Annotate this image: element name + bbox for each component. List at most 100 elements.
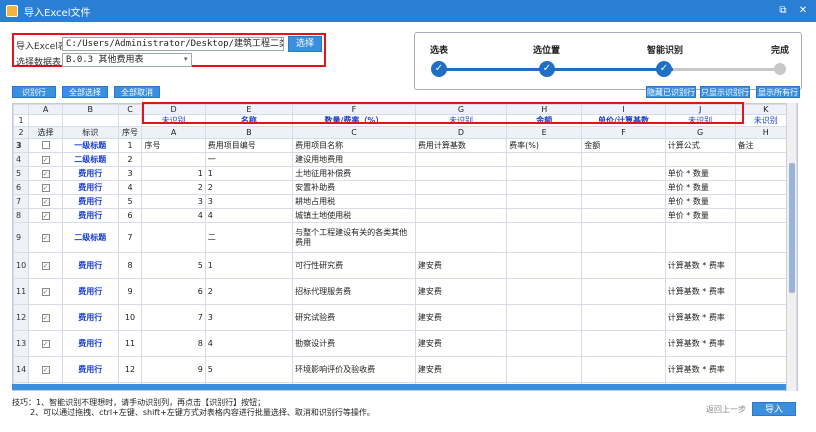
title-bar: 导入Excel文件 ⧉ ✕: [0, 0, 816, 22]
row-select-cell[interactable]: ✓: [28, 152, 63, 167]
row-select-cell[interactable]: ✓: [28, 208, 63, 223]
cell-g: 单价 * 数量: [664, 208, 736, 223]
row-tag[interactable]: 费用行: [61, 194, 119, 209]
column-header-cell: B: [204, 126, 294, 139]
cell-b: 费用项目编号: [204, 138, 294, 153]
select-all-button[interactable]: 全部选择: [62, 86, 108, 98]
column-letter-header[interactable]: C: [117, 104, 143, 115]
column-header-cell: D: [414, 126, 508, 139]
deselect-all-button[interactable]: 全部取消: [114, 86, 160, 98]
cell-b: 2: [204, 180, 294, 195]
table-row[interactable]: 10 ✓ 费用行 8 5 1 可行性研究费 建安费 计算基数 * 费率: [13, 252, 797, 279]
row-checkbox[interactable]: ✓: [41, 366, 50, 374]
table-row[interactable]: 14 ✓ 费用行 12 9 5 环境影响评价及验收费 建安费 计算基数 * 费率: [13, 356, 797, 383]
table-row[interactable]: 8 ✓ 费用行 6 4 4 城镇土地使用税 单价 * 数量: [13, 208, 797, 223]
row-number: 2: [13, 126, 30, 139]
row-select-cell[interactable]: ✓: [28, 278, 63, 305]
excel-grid[interactable]: A B C D E F G H I J K 1 未识别 名称 数量/费率（%） 未识别 金额 单价/计算基数 未识别…: [12, 103, 798, 391]
row-checkbox[interactable]: ✓: [41, 170, 50, 178]
show-all-button[interactable]: 显示所有行: [756, 86, 800, 98]
hide-identified-button[interactable]: 隐藏已识别行: [646, 86, 696, 98]
row-select-cell[interactable]: ✓: [28, 166, 63, 181]
cell-e: [506, 208, 583, 223]
row-tag[interactable]: 费用行: [61, 252, 119, 279]
table-row[interactable]: 3 一级标题 1 序号 费用项目编号 费用项目名称 费用计算基数 费率(%) 金额 计算公式 备注: [13, 138, 797, 153]
row-checkbox[interactable]: ✓: [41, 184, 50, 192]
row-seq: 7: [117, 222, 143, 253]
row-seq: 8: [117, 252, 143, 279]
table-row[interactable]: 9 ✓ 二级标题 7 二与整个工程建设有关的各类其他费用: [13, 222, 797, 253]
row-tag[interactable]: 费用行: [61, 304, 119, 331]
cell-d: [414, 208, 508, 223]
row-number: 4: [13, 152, 30, 167]
column-letter-header[interactable]: B: [61, 104, 119, 115]
row-checkbox[interactable]: ✓: [41, 314, 50, 322]
column-mapping-label[interactable]: [61, 114, 119, 127]
row-tag[interactable]: 费用行: [61, 208, 119, 223]
row-tag[interactable]: 费用行: [61, 166, 119, 181]
table-row[interactable]: 5 ✓ 费用行 3 1 1 土地征用补偿费 单价 * 数量: [13, 166, 797, 181]
show-identified-only-button[interactable]: 只显示识别行: [700, 86, 750, 98]
cell-c: 与整个工程建设有关的各类其他费用: [292, 222, 416, 253]
row-checkbox[interactable]: ✓: [41, 234, 50, 242]
cell-f: [581, 166, 666, 181]
choose-file-button[interactable]: 选择: [288, 36, 322, 52]
file-path-input[interactable]: C:/Users/Administrator/Desktop/建筑工程二类费模板…: [62, 37, 284, 51]
table-row[interactable]: 4 ✓ 二级标题 2 一建设用地费用: [13, 152, 797, 167]
table-row[interactable]: 7 ✓ 费用行 5 3 3 耕地占用税 单价 * 数量: [13, 194, 797, 209]
row-select-cell[interactable]: ✓: [28, 330, 63, 357]
cell-d: [414, 152, 508, 167]
row-select-cell[interactable]: ✓: [28, 356, 63, 383]
cell-f: [581, 208, 666, 223]
column-letter-header[interactable]: A: [28, 104, 63, 115]
identify-rows-button[interactable]: 识别行: [12, 86, 56, 98]
row-number: 1: [13, 114, 30, 127]
chevron-down-icon[interactable]: ▾: [184, 55, 188, 63]
horizontal-scrollbar[interactable]: [12, 384, 786, 390]
import-button[interactable]: 导入: [752, 402, 796, 416]
table-row[interactable]: 6 ✓ 费用行 4 2 2 安置补助费 单价 * 数量: [13, 180, 797, 195]
back-step-link[interactable]: 返回上一步: [706, 404, 746, 415]
row-select-cell[interactable]: ✓: [28, 222, 63, 253]
cell-f: [581, 222, 666, 253]
column-mapping-label[interactable]: [117, 114, 143, 127]
row-tag[interactable]: 一级标题: [61, 138, 119, 153]
cell-c: 研究试验费: [292, 304, 416, 331]
column-header-cell: C: [292, 126, 416, 139]
vertical-scrollbar[interactable]: [786, 103, 796, 391]
row-checkbox[interactable]: ✓: [41, 156, 50, 164]
row-select-cell[interactable]: [28, 138, 63, 153]
row-checkbox[interactable]: ✓: [41, 212, 50, 220]
row-checkbox[interactable]: ✓: [41, 198, 50, 206]
cell-b: 一: [204, 152, 294, 167]
table-row[interactable]: 11 ✓ 费用行 9 6 2 招标代理服务费 建安费 计算基数 * 费率: [13, 278, 797, 305]
column-letter-header[interactable]: [13, 104, 30, 115]
row-checkbox[interactable]: ✓: [41, 340, 50, 348]
row-select-cell[interactable]: ✓: [28, 180, 63, 195]
row-select-cell[interactable]: ✓: [28, 252, 63, 279]
row-select-cell[interactable]: ✓: [28, 194, 63, 209]
restore-icon[interactable]: ⧉: [776, 4, 790, 18]
row-checkbox[interactable]: ✓: [41, 288, 50, 296]
row-checkbox[interactable]: ✓: [41, 262, 50, 270]
cell-g: 计算基数 * 费率: [664, 252, 736, 279]
cell-f: [581, 252, 666, 279]
row-tag[interactable]: 费用行: [61, 180, 119, 195]
column-mapping-label[interactable]: [28, 114, 63, 127]
row-select-cell[interactable]: ✓: [28, 304, 63, 331]
column-header-cell: 标识: [61, 126, 119, 139]
cell-f: [581, 152, 666, 167]
cell-b: 1: [204, 252, 294, 279]
sheet-select[interactable]: B.0.3 其他费用表: [62, 53, 192, 67]
cell-f: [581, 180, 666, 195]
scroll-thumb[interactable]: [789, 163, 795, 293]
row-tag[interactable]: 费用行: [61, 356, 119, 383]
table-row[interactable]: 12 ✓ 费用行 10 7 3 研究试验费 建安费 计算基数 * 费率: [13, 304, 797, 331]
row-tag[interactable]: 二级标题: [61, 222, 119, 253]
row-checkbox[interactable]: [41, 140, 50, 149]
close-icon[interactable]: ✕: [796, 4, 810, 18]
table-row[interactable]: 13 ✓ 费用行 11 8 4 勘察设计费 建安费 计算基数 * 费率: [13, 330, 797, 357]
row-tag[interactable]: 费用行: [61, 278, 119, 305]
row-tag[interactable]: 二级标题: [61, 152, 119, 167]
row-tag[interactable]: 费用行: [61, 330, 119, 357]
